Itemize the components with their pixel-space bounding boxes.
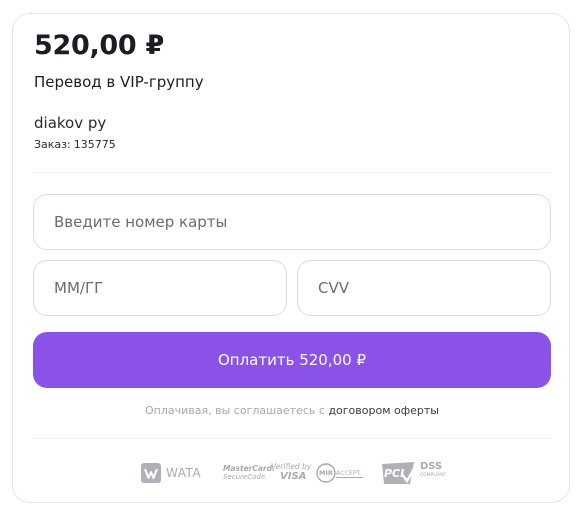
- expiry-input[interactable]: [33, 260, 287, 316]
- wata-logo: WATA: [141, 458, 203, 488]
- pci-dss-logo: PCI DSS COMPLIANT: [380, 458, 447, 488]
- visa-line1: Verified by: [271, 462, 312, 471]
- dss-sub-label: COMPLIANT: [420, 473, 447, 478]
- order-info: Заказ: 135775: [34, 138, 116, 151]
- payment-purpose: Перевод в VIP-группу: [34, 73, 204, 91]
- dss-label: DSS: [420, 461, 443, 472]
- security-logos: WATA MasterCard. SecureCode. Verified by…: [13, 458, 571, 488]
- verified-by-visa-logo: Verified by VISA: [271, 458, 312, 488]
- payment-amount: 520,00 ₽: [34, 30, 164, 61]
- mir-underline: [336, 477, 363, 478]
- mir-suffix: ACCEPT: [336, 470, 361, 477]
- mastercard-securecode-logo: MasterCard. SecureCode.: [223, 458, 275, 488]
- pci-label: PCI: [384, 467, 405, 480]
- visa-line2: VISA: [280, 471, 307, 482]
- mastercard-line1: MasterCard.: [223, 464, 275, 473]
- mir-brand: MIR: [319, 469, 333, 477]
- wata-label: WATA: [166, 466, 202, 480]
- order-label: Заказ:: [34, 138, 71, 151]
- cvv-input[interactable]: [297, 260, 551, 316]
- divider: [33, 172, 551, 173]
- mir-accept-logo: MIR ACCEPT: [316, 458, 364, 488]
- wata-icon: [141, 463, 161, 483]
- payment-card: 520,00 ₽ Перевод в VIP-группу diakov py …: [12, 13, 570, 503]
- card-number-input[interactable]: [33, 194, 551, 250]
- mastercard-line2: SecureCode.: [223, 473, 268, 481]
- pay-button[interactable]: Оплатить 520,00 ₽: [33, 332, 551, 388]
- terms-text: Оплачивая, вы соглашаетесь с договором о…: [13, 404, 571, 417]
- merchant-name: diakov py: [34, 114, 107, 132]
- offer-agreement-link[interactable]: договором оферты: [328, 404, 439, 417]
- order-number: 135775: [73, 138, 116, 151]
- terms-prefix: Оплачивая, вы соглашаетесь с: [145, 404, 325, 417]
- divider: [33, 438, 551, 439]
